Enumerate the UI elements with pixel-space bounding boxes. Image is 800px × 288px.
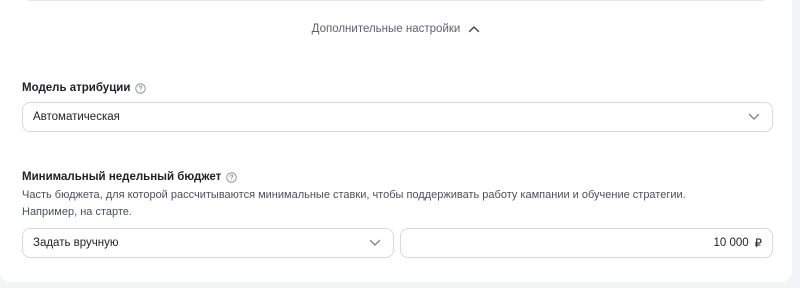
top-divider — [28, 0, 764, 1]
chevron-up-icon — [468, 25, 480, 33]
budget-mode-select[interactable]: Задать вручную — [22, 228, 394, 258]
attribution-model-select[interactable]: Автоматическая — [22, 102, 773, 132]
attribution-model-label: Модель атрибуции — [22, 82, 147, 94]
advanced-settings-label: Дополнительные настройки — [311, 23, 461, 35]
budget-mode-value: Задать вручную — [33, 237, 119, 249]
min-weekly-budget-label-text: Минимальный недельный бюджет — [22, 171, 222, 183]
advanced-settings-toggle[interactable]: Дополнительные настройки — [0, 19, 792, 39]
min-weekly-budget-description: Часть бюджета, для которой рассчитываютс… — [22, 187, 762, 221]
description-line-2: Например, на старте. — [22, 206, 132, 218]
attribution-model-label-text: Модель атрибуции — [22, 82, 131, 94]
help-icon[interactable] — [135, 82, 147, 94]
currency-symbol: ₽ — [754, 238, 762, 250]
budget-amount-input[interactable]: 10 000 ₽ — [400, 228, 773, 258]
attribution-model-value: Автоматическая — [33, 111, 120, 123]
chevron-down-icon — [748, 113, 760, 121]
help-icon[interactable] — [226, 171, 237, 183]
min-weekly-budget-label: Минимальный недельный бюджет — [22, 171, 237, 183]
description-line-1: Часть бюджета, для которой рассчитываютс… — [22, 189, 686, 201]
chevron-down-icon — [369, 239, 381, 247]
settings-card: Дополнительные настройки Модель атрибуци… — [0, 0, 792, 282]
budget-amount-value: 10 000 — [713, 237, 749, 249]
